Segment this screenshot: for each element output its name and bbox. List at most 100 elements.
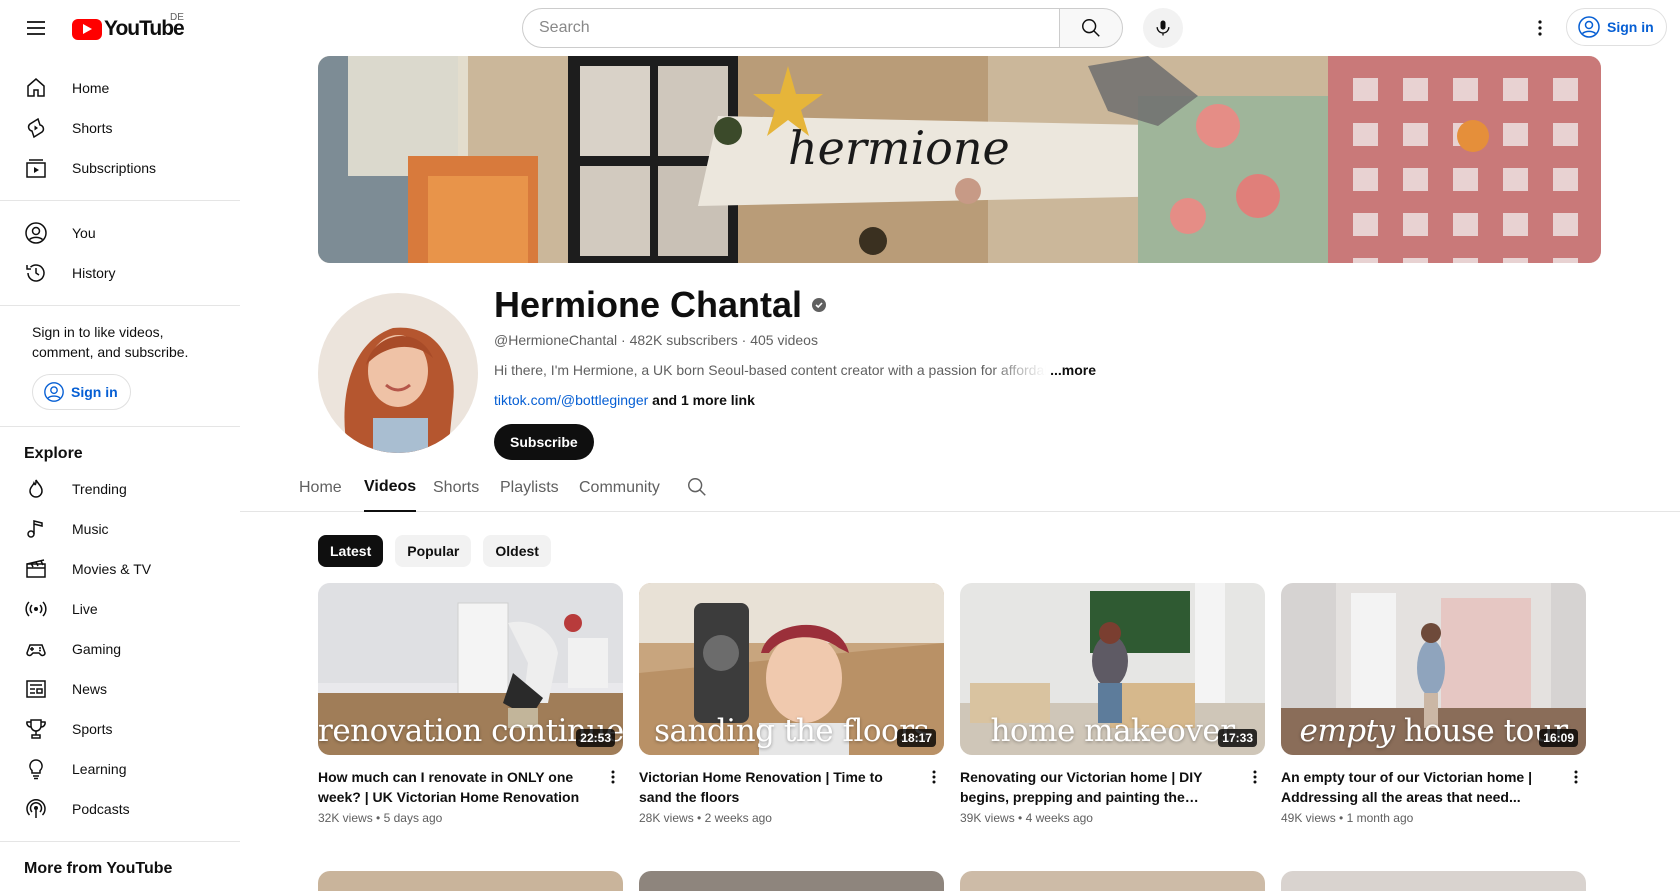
hamburger-icon bbox=[27, 21, 45, 35]
channel-name: Hermione Chantal bbox=[494, 284, 827, 326]
settings-menu-button[interactable] bbox=[1520, 8, 1560, 48]
search-icon bbox=[1082, 19, 1100, 37]
sidebar-item-label: Sports bbox=[72, 721, 113, 737]
channel-avatar bbox=[318, 293, 478, 453]
video-thumbnail[interactable] bbox=[1281, 871, 1586, 891]
tab-home[interactable]: Home bbox=[299, 464, 342, 512]
sidebar-item-news[interactable]: News bbox=[0, 669, 240, 709]
video-count: 405 videos bbox=[750, 332, 818, 348]
thumbnail-text-italic: empty bbox=[1299, 713, 1395, 749]
channel-page: hermione Hermione Chantal @HermioneChant… bbox=[240, 56, 1680, 891]
sidebar-item-learning[interactable]: Learning bbox=[0, 749, 240, 789]
sidebar-item-home[interactable]: Home bbox=[0, 68, 240, 108]
more-vertical-icon bbox=[1574, 770, 1578, 784]
sidebar-item-label: Movies & TV bbox=[72, 561, 152, 577]
chip-popular[interactable]: Popular bbox=[395, 535, 472, 567]
sidebar-item-subscriptions[interactable]: Subscriptions bbox=[0, 148, 240, 188]
user-icon bbox=[24, 221, 48, 245]
sidebar-item-label: You bbox=[72, 225, 96, 241]
learning-icon bbox=[24, 757, 48, 781]
sidebar-item-label: Learning bbox=[72, 761, 127, 777]
tab-shorts[interactable]: Shorts bbox=[433, 464, 479, 512]
subscriptions-icon bbox=[24, 156, 48, 180]
video-menu-button[interactable] bbox=[1564, 765, 1588, 789]
video-card: home makeover 17:33 Renovating our Victo… bbox=[960, 583, 1265, 825]
search-button[interactable] bbox=[1059, 8, 1123, 48]
sidebar-item-you[interactable]: You bbox=[0, 213, 240, 253]
upload-age: 2 weeks ago bbox=[704, 811, 772, 825]
tab-playlists[interactable]: Playlists bbox=[500, 464, 559, 512]
video-menu-button[interactable] bbox=[922, 765, 946, 789]
sidebar-item-label: Subscriptions bbox=[72, 160, 157, 176]
sidebar-sign-in-button[interactable]: Sign in bbox=[32, 374, 131, 410]
video-duration: 22:53 bbox=[576, 729, 615, 747]
sidebar-divider bbox=[0, 841, 240, 842]
video-thumbnail[interactable] bbox=[318, 871, 623, 891]
sidebar-item-gaming[interactable]: Gaming bbox=[0, 629, 240, 669]
history-icon bbox=[24, 261, 48, 285]
sidebar-item-label: History bbox=[72, 265, 116, 281]
video-thumbnail[interactable]: renovation continues 22:53 bbox=[318, 583, 623, 755]
video-title[interactable]: An empty tour of our Victorian home | Ad… bbox=[1281, 767, 1586, 807]
hamburger-menu-button[interactable] bbox=[16, 8, 56, 48]
country-code: DE bbox=[170, 12, 184, 23]
sidebar-item-live[interactable]: Live bbox=[0, 589, 240, 629]
channel-tabs: Home Videos Shorts Playlists Community bbox=[240, 464, 1680, 512]
more-vertical-icon bbox=[1538, 20, 1542, 36]
video-title[interactable]: How much can I renovate in ONLY one week… bbox=[318, 767, 623, 807]
channel-search-button[interactable] bbox=[686, 476, 710, 500]
channel-name-text: Hermione Chantal bbox=[494, 284, 803, 325]
sidebar-item-music[interactable]: Music bbox=[0, 509, 240, 549]
subscriber-count: 482K subscribers bbox=[629, 332, 738, 348]
subscribe-button[interactable]: Subscribe bbox=[494, 424, 594, 460]
video-title[interactable]: Renovating our Victorian home | DIY begi… bbox=[960, 767, 1265, 807]
sidebar-item-shorts[interactable]: Shorts bbox=[0, 108, 240, 148]
video-thumbnail[interactable]: sanding the floors 18:17 bbox=[639, 583, 944, 755]
youtube-logo[interactable]: YouTube bbox=[72, 17, 185, 41]
more-vertical-icon bbox=[1253, 770, 1257, 784]
sidebar-item-podcasts[interactable]: Podcasts bbox=[0, 789, 240, 829]
view-count: 32K views bbox=[318, 811, 373, 825]
sign-in-label: Sign in bbox=[1607, 19, 1654, 35]
verified-badge-icon bbox=[812, 298, 827, 312]
sidebar-item-label: Gaming bbox=[72, 641, 122, 657]
video-card: sanding the floors 18:17 Victorian Home … bbox=[639, 583, 944, 825]
more-links-button[interactable]: and 1 more link bbox=[652, 392, 755, 408]
video-thumbnail[interactable] bbox=[960, 871, 1265, 891]
sidebar-item-movies-tv[interactable]: Movies & TV bbox=[0, 549, 240, 589]
video-thumbnail[interactable]: empty house tour 16:09 bbox=[1281, 583, 1586, 755]
sign-in-button[interactable]: Sign in bbox=[1566, 8, 1667, 46]
play-logo-icon bbox=[72, 18, 102, 40]
video-thumbnail[interactable]: home makeover 17:33 bbox=[960, 583, 1265, 755]
sidebar-divider bbox=[0, 426, 240, 427]
channel-description[interactable]: Hi there, I'm Hermione, a UK born Seoul-… bbox=[494, 362, 1096, 378]
gaming-icon bbox=[24, 637, 48, 661]
home-icon bbox=[24, 76, 48, 100]
sidebar-item-trending[interactable]: Trending bbox=[0, 469, 240, 509]
video-thumbnail[interactable] bbox=[639, 871, 944, 891]
news-icon bbox=[24, 677, 48, 701]
sidebar-item-history[interactable]: History bbox=[0, 253, 240, 293]
sidebar-item-sports[interactable]: Sports bbox=[0, 709, 240, 749]
tab-videos[interactable]: Videos bbox=[364, 464, 417, 512]
video-meta: 49K views • 1 month ago bbox=[1281, 811, 1414, 825]
sidebar-item-label: Shorts bbox=[72, 120, 113, 136]
sidebar-item-label: Music bbox=[72, 521, 109, 537]
search-input[interactable] bbox=[522, 8, 1059, 48]
chip-oldest[interactable]: Oldest bbox=[483, 535, 551, 567]
video-menu-button[interactable] bbox=[1243, 765, 1267, 789]
banner-text: hermione bbox=[788, 121, 1010, 175]
video-meta: 32K views • 5 days ago bbox=[318, 811, 443, 825]
top-bar: YouTube DE Sign in bbox=[0, 0, 1680, 56]
voice-search-button[interactable] bbox=[1143, 8, 1183, 48]
tab-community[interactable]: Community bbox=[579, 464, 660, 512]
sidebar: Home Shorts Subscriptions You History Si… bbox=[0, 56, 240, 876]
video-card: empty house tour 16:09 An empty tour of … bbox=[1281, 583, 1586, 825]
video-menu-button[interactable] bbox=[601, 765, 625, 789]
description-more-button[interactable]: ...more bbox=[1050, 362, 1096, 378]
video-meta: 28K views • 2 weeks ago bbox=[639, 811, 772, 825]
chip-latest[interactable]: Latest bbox=[318, 535, 384, 567]
tiktok-link[interactable]: tiktok.com/@bottleginger bbox=[494, 392, 648, 408]
video-title[interactable]: Victorian Home Renovation | Time to sand… bbox=[639, 767, 944, 807]
music-icon bbox=[24, 517, 48, 541]
